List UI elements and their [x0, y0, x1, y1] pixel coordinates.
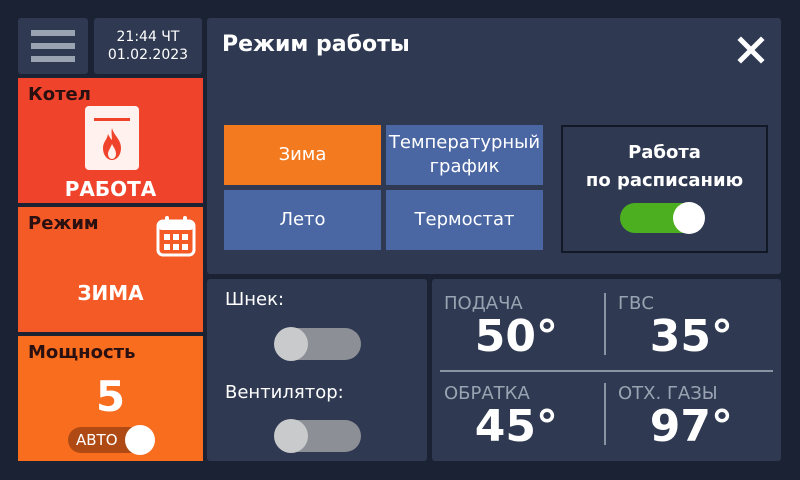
- mode-button-winter[interactable]: Зима: [224, 125, 381, 185]
- auger-toggle-knob: [274, 327, 308, 361]
- panel-title: Режим работы: [222, 32, 410, 57]
- auger-toggle[interactable]: [274, 327, 361, 361]
- mode-title: Режим: [28, 213, 99, 234]
- divider: [604, 293, 606, 355]
- dhw-value: 35°: [649, 311, 733, 362]
- clock-time: 21:44 ЧТ: [116, 29, 180, 45]
- divider: [440, 370, 773, 372]
- menu-icon-bar: [31, 43, 75, 49]
- auto-toggle-label: АВТО: [76, 431, 118, 449]
- fan-toggle[interactable]: [274, 419, 361, 453]
- schedule-toggle[interactable]: [620, 202, 705, 234]
- clock: 21:44 ЧТ 01.02.2023: [94, 18, 202, 74]
- mode-status: ЗИМА: [77, 281, 144, 305]
- mode-button-thermostat[interactable]: Термостат: [386, 190, 543, 250]
- auto-toggle[interactable]: АВТО: [68, 425, 155, 455]
- schedule-toggle-knob: [673, 202, 705, 234]
- fan-label: Вентилятор:: [225, 382, 344, 403]
- menu-icon-bar: [31, 56, 75, 62]
- power-title: Мощность: [28, 342, 136, 363]
- aux-panel: Шнек: Вентилятор:: [207, 279, 427, 461]
- boiler-flame-icon: [85, 106, 139, 170]
- clock-date: 01.02.2023: [107, 47, 189, 63]
- menu-button[interactable]: [18, 18, 88, 74]
- auger-label: Шнек:: [225, 289, 285, 310]
- operating-mode-panel: Режим работы Зима Температурный график Л…: [207, 18, 781, 274]
- divider: [604, 383, 606, 445]
- schedule-label-line2: по расписанию: [585, 170, 744, 191]
- supply-value: 50°: [474, 311, 558, 362]
- flue-value: 97°: [649, 401, 733, 452]
- fan-toggle-knob: [274, 419, 308, 453]
- close-icon[interactable]: [737, 36, 765, 64]
- menu-icon-bar: [31, 30, 75, 36]
- mode-button-temperature-curve[interactable]: Температурный график: [386, 125, 543, 185]
- mode-button-summer[interactable]: Лето: [224, 190, 381, 250]
- calendar-icon: [156, 216, 196, 257]
- mode-tile[interactable]: Режим ЗИМА: [18, 207, 203, 332]
- boiler-title: Котел: [28, 84, 91, 105]
- schedule-label-line1: Работа: [628, 142, 701, 163]
- boiler-tile[interactable]: Котел РАБОТА: [18, 78, 203, 203]
- boiler-status: РАБОТА: [64, 177, 157, 201]
- auto-toggle-knob: [125, 425, 155, 455]
- return-value: 45°: [474, 401, 558, 452]
- temperatures-panel: ПОДАЧА 50° ГВС 35° ОБРАТКА 45° ОТХ. ГАЗЫ…: [432, 279, 781, 461]
- power-value: 5: [95, 372, 126, 421]
- schedule-box: Работа по расписанию: [561, 125, 768, 253]
- power-tile[interactable]: Мощность 5 АВТО: [18, 336, 203, 461]
